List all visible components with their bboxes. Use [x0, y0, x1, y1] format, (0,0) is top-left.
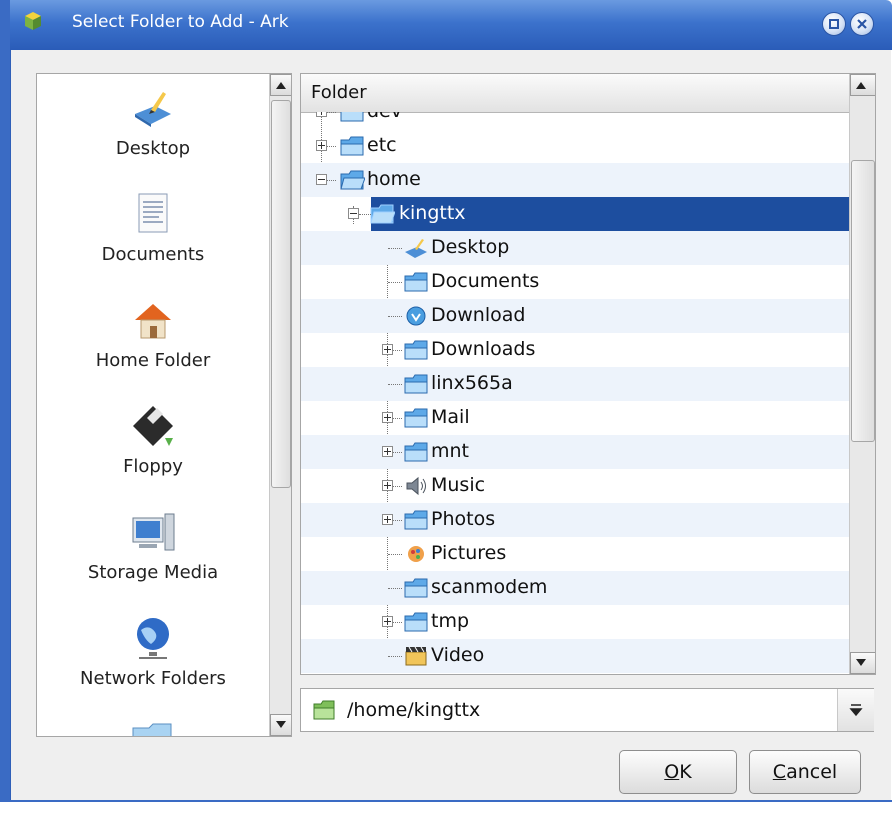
place-label: Documents: [101, 244, 205, 265]
ark-app-icon: [25, 12, 41, 30]
place-desktop[interactable]: Desktop: [37, 84, 269, 159]
storage-media-icon: [132, 513, 175, 551]
tree-row[interactable]: Photos: [301, 503, 849, 537]
arrow-up-icon: [856, 82, 866, 89]
expand-toggle[interactable]: [382, 344, 393, 355]
places-scrollbar[interactable]: [269, 74, 291, 736]
download-icon: [406, 306, 426, 326]
folder-icon: [340, 112, 364, 122]
tree-row[interactable]: Desktop: [301, 231, 849, 265]
folder-icon: [404, 408, 428, 428]
tree-row[interactable]: Download: [301, 299, 849, 333]
place-documents[interactable]: Documents: [37, 190, 269, 265]
tree-row[interactable]: Downloads: [301, 333, 849, 367]
window-title: Select Folder to Add - Ark: [72, 12, 289, 32]
arrow-down-icon: [856, 659, 866, 666]
tree-row[interactable]: etc: [301, 129, 849, 163]
tree-row[interactable]: tmp: [301, 605, 849, 639]
path-dropdown-button[interactable]: [837, 689, 874, 731]
close-icon: [857, 19, 867, 29]
window-frame-left: [0, 0, 10, 802]
window-frame-bottom: [0, 800, 892, 818]
place-label: Home Folder: [95, 350, 211, 371]
tree-scrollbar[interactable]: [849, 74, 875, 674]
folder-open-icon: [340, 170, 365, 190]
home-folder-icon: [135, 304, 171, 339]
documents-icon: [138, 193, 168, 233]
tree-row[interactable]: mnt: [301, 435, 849, 469]
tree-row[interactable]: linx565a: [301, 367, 849, 401]
expand-toggle[interactable]: [382, 616, 393, 627]
music-icon: [406, 476, 426, 496]
tree-body: dev etc home kingttx: [301, 112, 849, 674]
expand-toggle[interactable]: [382, 480, 393, 491]
path-value[interactable]: /home/kingttx: [347, 699, 480, 721]
folder-icon: [404, 340, 428, 360]
tree-row[interactable]: dev: [301, 112, 849, 129]
window-frame-bottom-line: [0, 800, 892, 802]
expand-toggle[interactable]: [382, 412, 393, 423]
tree-row[interactable]: Mail: [301, 401, 849, 435]
pictures-icon: [408, 546, 424, 562]
title-bar[interactable]: Select Folder to Add - Ark: [0, 0, 892, 50]
arrow-up-icon: [276, 82, 286, 89]
desktop-icon: [135, 92, 171, 127]
tree-row[interactable]: Pictures: [301, 537, 849, 571]
expand-toggle[interactable]: [382, 446, 393, 457]
folder-icon: [313, 700, 335, 720]
dropdown-arrow-icon: [849, 704, 863, 717]
expand-toggle[interactable]: [316, 112, 327, 117]
minimize-button[interactable]: [822, 12, 846, 36]
scroll-thumb[interactable]: [851, 160, 875, 442]
place-label: Network Folders: [80, 668, 226, 689]
scroll-up-button[interactable]: [270, 74, 291, 96]
folder-tree[interactable]: Folder dev etc home: [300, 73, 876, 675]
expand-toggle[interactable]: [316, 140, 327, 151]
place-storage-media[interactable]: Storage Media: [37, 508, 269, 583]
place-home-folder[interactable]: Home Folder: [37, 296, 269, 371]
dialog-window: Select Folder to Add - Ark Desktop Docum…: [0, 0, 892, 818]
cancel-button[interactable]: Cancel: [749, 750, 861, 794]
scroll-down-button[interactable]: [270, 714, 291, 736]
place-label: Storage Media: [87, 562, 219, 583]
ok-button[interactable]: OK: [619, 750, 737, 794]
folder-icon: [340, 136, 364, 156]
tree-row[interactable]: Video: [301, 639, 849, 673]
folder-open-icon: [370, 204, 395, 224]
folder-icon: [404, 510, 428, 530]
place-network-folders[interactable]: Network Folders: [37, 614, 269, 689]
expand-toggle[interactable]: [382, 514, 393, 525]
partial-folder-icon: [132, 723, 172, 736]
folder-icon: [404, 612, 428, 632]
scroll-thumb[interactable]: [271, 100, 291, 488]
path-combobox[interactable]: /home/kingttx: [300, 688, 874, 732]
close-button[interactable]: [850, 12, 874, 36]
video-icon: [405, 646, 427, 666]
collapse-toggle[interactable]: [316, 174, 327, 185]
collapse-toggle[interactable]: [348, 208, 359, 219]
network-folders-icon: [137, 618, 169, 659]
places-panel[interactable]: Desktop Documents Home Folder Floppy Sto…: [36, 73, 292, 737]
arrow-down-icon: [276, 721, 286, 728]
tree-row-selected[interactable]: kingttx: [370, 197, 849, 231]
tree-row[interactable]: Music: [301, 469, 849, 503]
place-floppy[interactable]: Floppy: [37, 402, 269, 477]
folder-icon: [404, 578, 428, 598]
place-label: Desktop: [115, 138, 191, 159]
scroll-up-button[interactable]: [850, 74, 875, 96]
tree-row[interactable]: Documents: [301, 265, 849, 299]
place-label: Floppy: [123, 456, 183, 477]
desktop-icon: [405, 239, 427, 258]
scroll-down-button[interactable]: [850, 652, 875, 674]
folder-icon: [404, 272, 428, 292]
tree-row[interactable]: scanmodem: [301, 571, 849, 605]
folder-icon: [404, 374, 428, 394]
folder-icon: [404, 442, 428, 462]
tree-row[interactable]: home: [301, 163, 849, 197]
tree-column-header[interactable]: Folder: [301, 74, 849, 113]
floppy-icon: [133, 406, 173, 446]
minimize-icon: [829, 19, 839, 29]
